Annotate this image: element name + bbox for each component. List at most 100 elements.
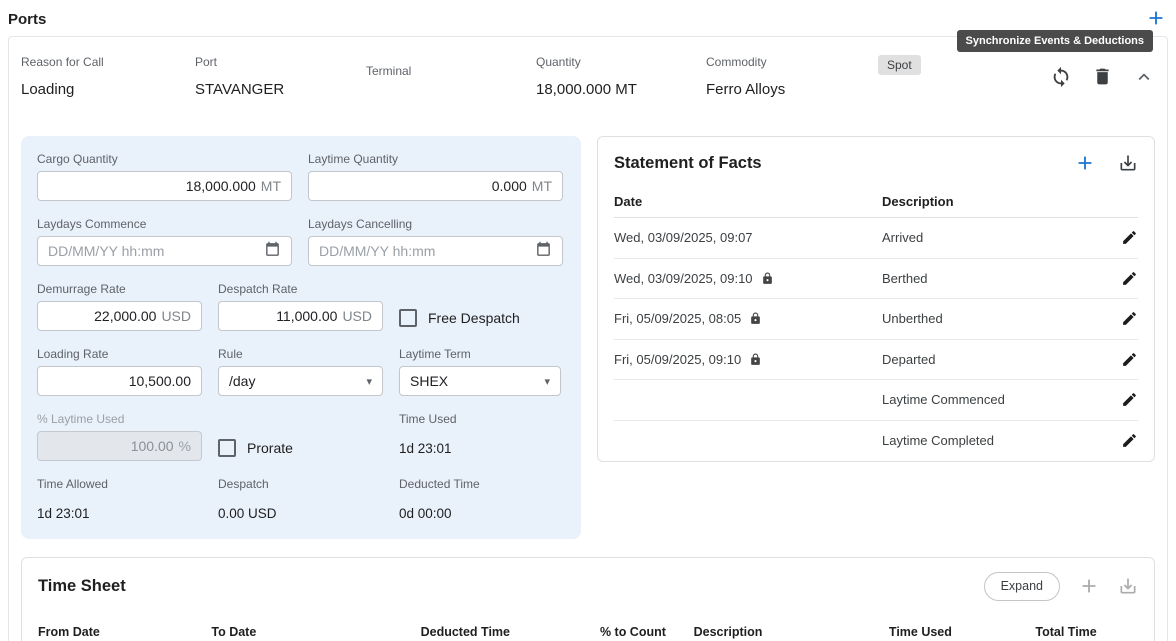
download-icon bbox=[1118, 576, 1138, 596]
lock-icon bbox=[749, 312, 762, 325]
calendar-icon bbox=[535, 246, 552, 261]
loading-rate-label: Loading Rate bbox=[37, 347, 202, 361]
free-despatch-label: Free Despatch bbox=[428, 310, 520, 326]
checkbox-icon[interactable] bbox=[399, 309, 417, 327]
laytime-term-label: Laytime Term bbox=[399, 347, 561, 361]
caret-down-icon: ▾ bbox=[366, 375, 372, 388]
sof-description: Laytime Completed bbox=[882, 433, 1121, 448]
page-title: Ports bbox=[8, 11, 46, 28]
sof-description: Unberthed bbox=[882, 311, 1121, 326]
prorate-checkbox[interactable]: Prorate bbox=[218, 435, 383, 461]
loading-rate-field: Loading Rate bbox=[37, 347, 202, 396]
ts-col-to-date: To Date bbox=[211, 625, 420, 639]
pct-laytime-used-unit: % bbox=[179, 438, 191, 454]
sof-row: Wed, 03/09/2025, 09:10 Berthed bbox=[614, 259, 1138, 300]
port-col-quantity: Quantity 18,000.000 MT bbox=[536, 55, 706, 98]
laydays-commence-calendar-button[interactable] bbox=[264, 241, 281, 261]
free-despatch-checkbox[interactable]: Free Despatch bbox=[399, 305, 520, 331]
demurrage-rate-label: Demurrage Rate bbox=[37, 282, 202, 296]
edit-icon[interactable] bbox=[1121, 310, 1138, 327]
ts-col-description: Description bbox=[694, 625, 889, 639]
add-port-button[interactable] bbox=[1144, 7, 1168, 31]
ts-col-from-date: From Date bbox=[38, 625, 211, 639]
synchronize-button[interactable] bbox=[1050, 66, 1072, 88]
sof-date-text: Fri, 05/09/2025, 09:10 bbox=[614, 352, 741, 367]
despatch-rate-label: Despatch Rate bbox=[218, 282, 383, 296]
sof-description: Laytime Commenced bbox=[882, 392, 1121, 407]
time-sheet-header: Time Sheet Expand bbox=[38, 568, 1138, 604]
laydays-cancelling-input[interactable] bbox=[319, 243, 529, 259]
sof-description: Berthed bbox=[882, 271, 1121, 286]
add-timesheet-row-button[interactable] bbox=[1078, 575, 1100, 597]
add-sof-event-button[interactable] bbox=[1074, 152, 1096, 174]
plus-icon bbox=[1145, 7, 1167, 32]
despatch-value: 0.00 USD bbox=[218, 506, 383, 521]
download-sof-button[interactable] bbox=[1118, 153, 1138, 173]
despatch-rate-field: Despatch Rate USD bbox=[218, 282, 383, 331]
cargo-quantity-input[interactable] bbox=[48, 178, 256, 194]
port-col-terminal: Terminal bbox=[366, 64, 536, 90]
laydays-commence-field: Laydays Commence bbox=[37, 217, 292, 266]
download-icon bbox=[1118, 153, 1138, 173]
deducted-time-field: Deducted Time 0d 00:00 bbox=[399, 477, 561, 521]
ts-col-deducted-time: Deducted Time bbox=[421, 625, 600, 639]
time-used-label: Time Used bbox=[399, 412, 561, 426]
edit-icon[interactable] bbox=[1121, 432, 1138, 449]
statement-of-facts-card: Statement of Facts bbox=[597, 136, 1155, 462]
laydays-cancelling-calendar-button[interactable] bbox=[535, 241, 552, 261]
rule-select[interactable]: /day ▾ bbox=[218, 366, 383, 396]
laytime-term-value: SHEX bbox=[410, 373, 448, 389]
download-timesheet-button[interactable] bbox=[1118, 576, 1138, 596]
edit-icon[interactable] bbox=[1121, 229, 1138, 246]
edit-icon[interactable] bbox=[1121, 391, 1138, 408]
sof-title: Statement of Facts bbox=[614, 154, 762, 173]
sof-description: Departed bbox=[882, 352, 1121, 367]
checkbox-icon[interactable] bbox=[218, 439, 236, 457]
deducted-time-label: Deducted Time bbox=[399, 477, 561, 491]
pct-laytime-used-field: % Laytime Used % bbox=[37, 412, 202, 461]
despatch-rate-unit: USD bbox=[342, 308, 372, 324]
trash-icon bbox=[1092, 66, 1113, 87]
laydays-commence-input[interactable] bbox=[48, 243, 258, 259]
time-used-value: 1d 23:01 bbox=[399, 441, 561, 456]
sof-description: Arrived bbox=[882, 230, 1121, 245]
expand-button[interactable]: Expand bbox=[984, 572, 1060, 601]
collapse-port-button[interactable] bbox=[1133, 66, 1155, 88]
chevron-up-icon bbox=[1133, 66, 1155, 88]
sof-date-text: Fri, 05/09/2025, 08:05 bbox=[614, 311, 741, 326]
lock-icon bbox=[761, 272, 774, 285]
laytime-quantity-input[interactable] bbox=[319, 178, 527, 194]
sof-actions bbox=[1074, 152, 1138, 174]
time-allowed-field: Time Allowed 1d 23:01 bbox=[37, 477, 202, 521]
rule-value: /day bbox=[229, 373, 255, 389]
commodity-label: Commodity bbox=[706, 55, 878, 69]
edit-icon[interactable] bbox=[1121, 270, 1138, 287]
cargo-quantity-unit: MT bbox=[261, 178, 281, 194]
sof-row: Laytime Completed bbox=[614, 421, 1138, 462]
demurrage-rate-input[interactable] bbox=[48, 308, 156, 324]
laytime-term-field: Laytime Term SHEX ▾ bbox=[399, 347, 561, 396]
despatch-label: Despatch bbox=[218, 477, 383, 491]
despatch-rate-input[interactable] bbox=[229, 308, 337, 324]
ports-page: Ports Synchronize Events & Deductions Re… bbox=[0, 0, 1176, 641]
port-label: Port bbox=[195, 55, 366, 69]
sof-row: Wed, 03/09/2025, 09:07 Arrived bbox=[614, 218, 1138, 259]
ts-col-total-time: Total Time bbox=[1035, 625, 1138, 639]
time-sheet-column-headers: From Date To Date Deducted Time % to Cou… bbox=[38, 625, 1138, 639]
laytime-term-select[interactable]: SHEX ▾ bbox=[399, 366, 561, 396]
delete-port-button[interactable] bbox=[1092, 66, 1113, 87]
caret-down-icon: ▾ bbox=[544, 375, 550, 388]
laytime-quantity-unit: MT bbox=[532, 178, 552, 194]
quantity-label: Quantity bbox=[536, 55, 706, 69]
sof-col-date: Date bbox=[614, 194, 882, 209]
loading-rate-input[interactable] bbox=[48, 373, 191, 389]
demurrage-rate-unit: USD bbox=[161, 308, 191, 324]
demurrage-rate-field: Demurrage Rate USD bbox=[37, 282, 202, 331]
laydays-cancelling-field: Laydays Cancelling bbox=[308, 217, 563, 266]
edit-icon[interactable] bbox=[1121, 351, 1138, 368]
page-header: Ports bbox=[8, 6, 1168, 32]
port-col-commodity: Commodity Ferro Alloys bbox=[706, 55, 878, 98]
laytime-quantity-field: Laytime Quantity MT bbox=[308, 152, 563, 201]
rule-label: Rule bbox=[218, 347, 383, 361]
tooltip-synchronize: Synchronize Events & Deductions bbox=[957, 30, 1153, 52]
